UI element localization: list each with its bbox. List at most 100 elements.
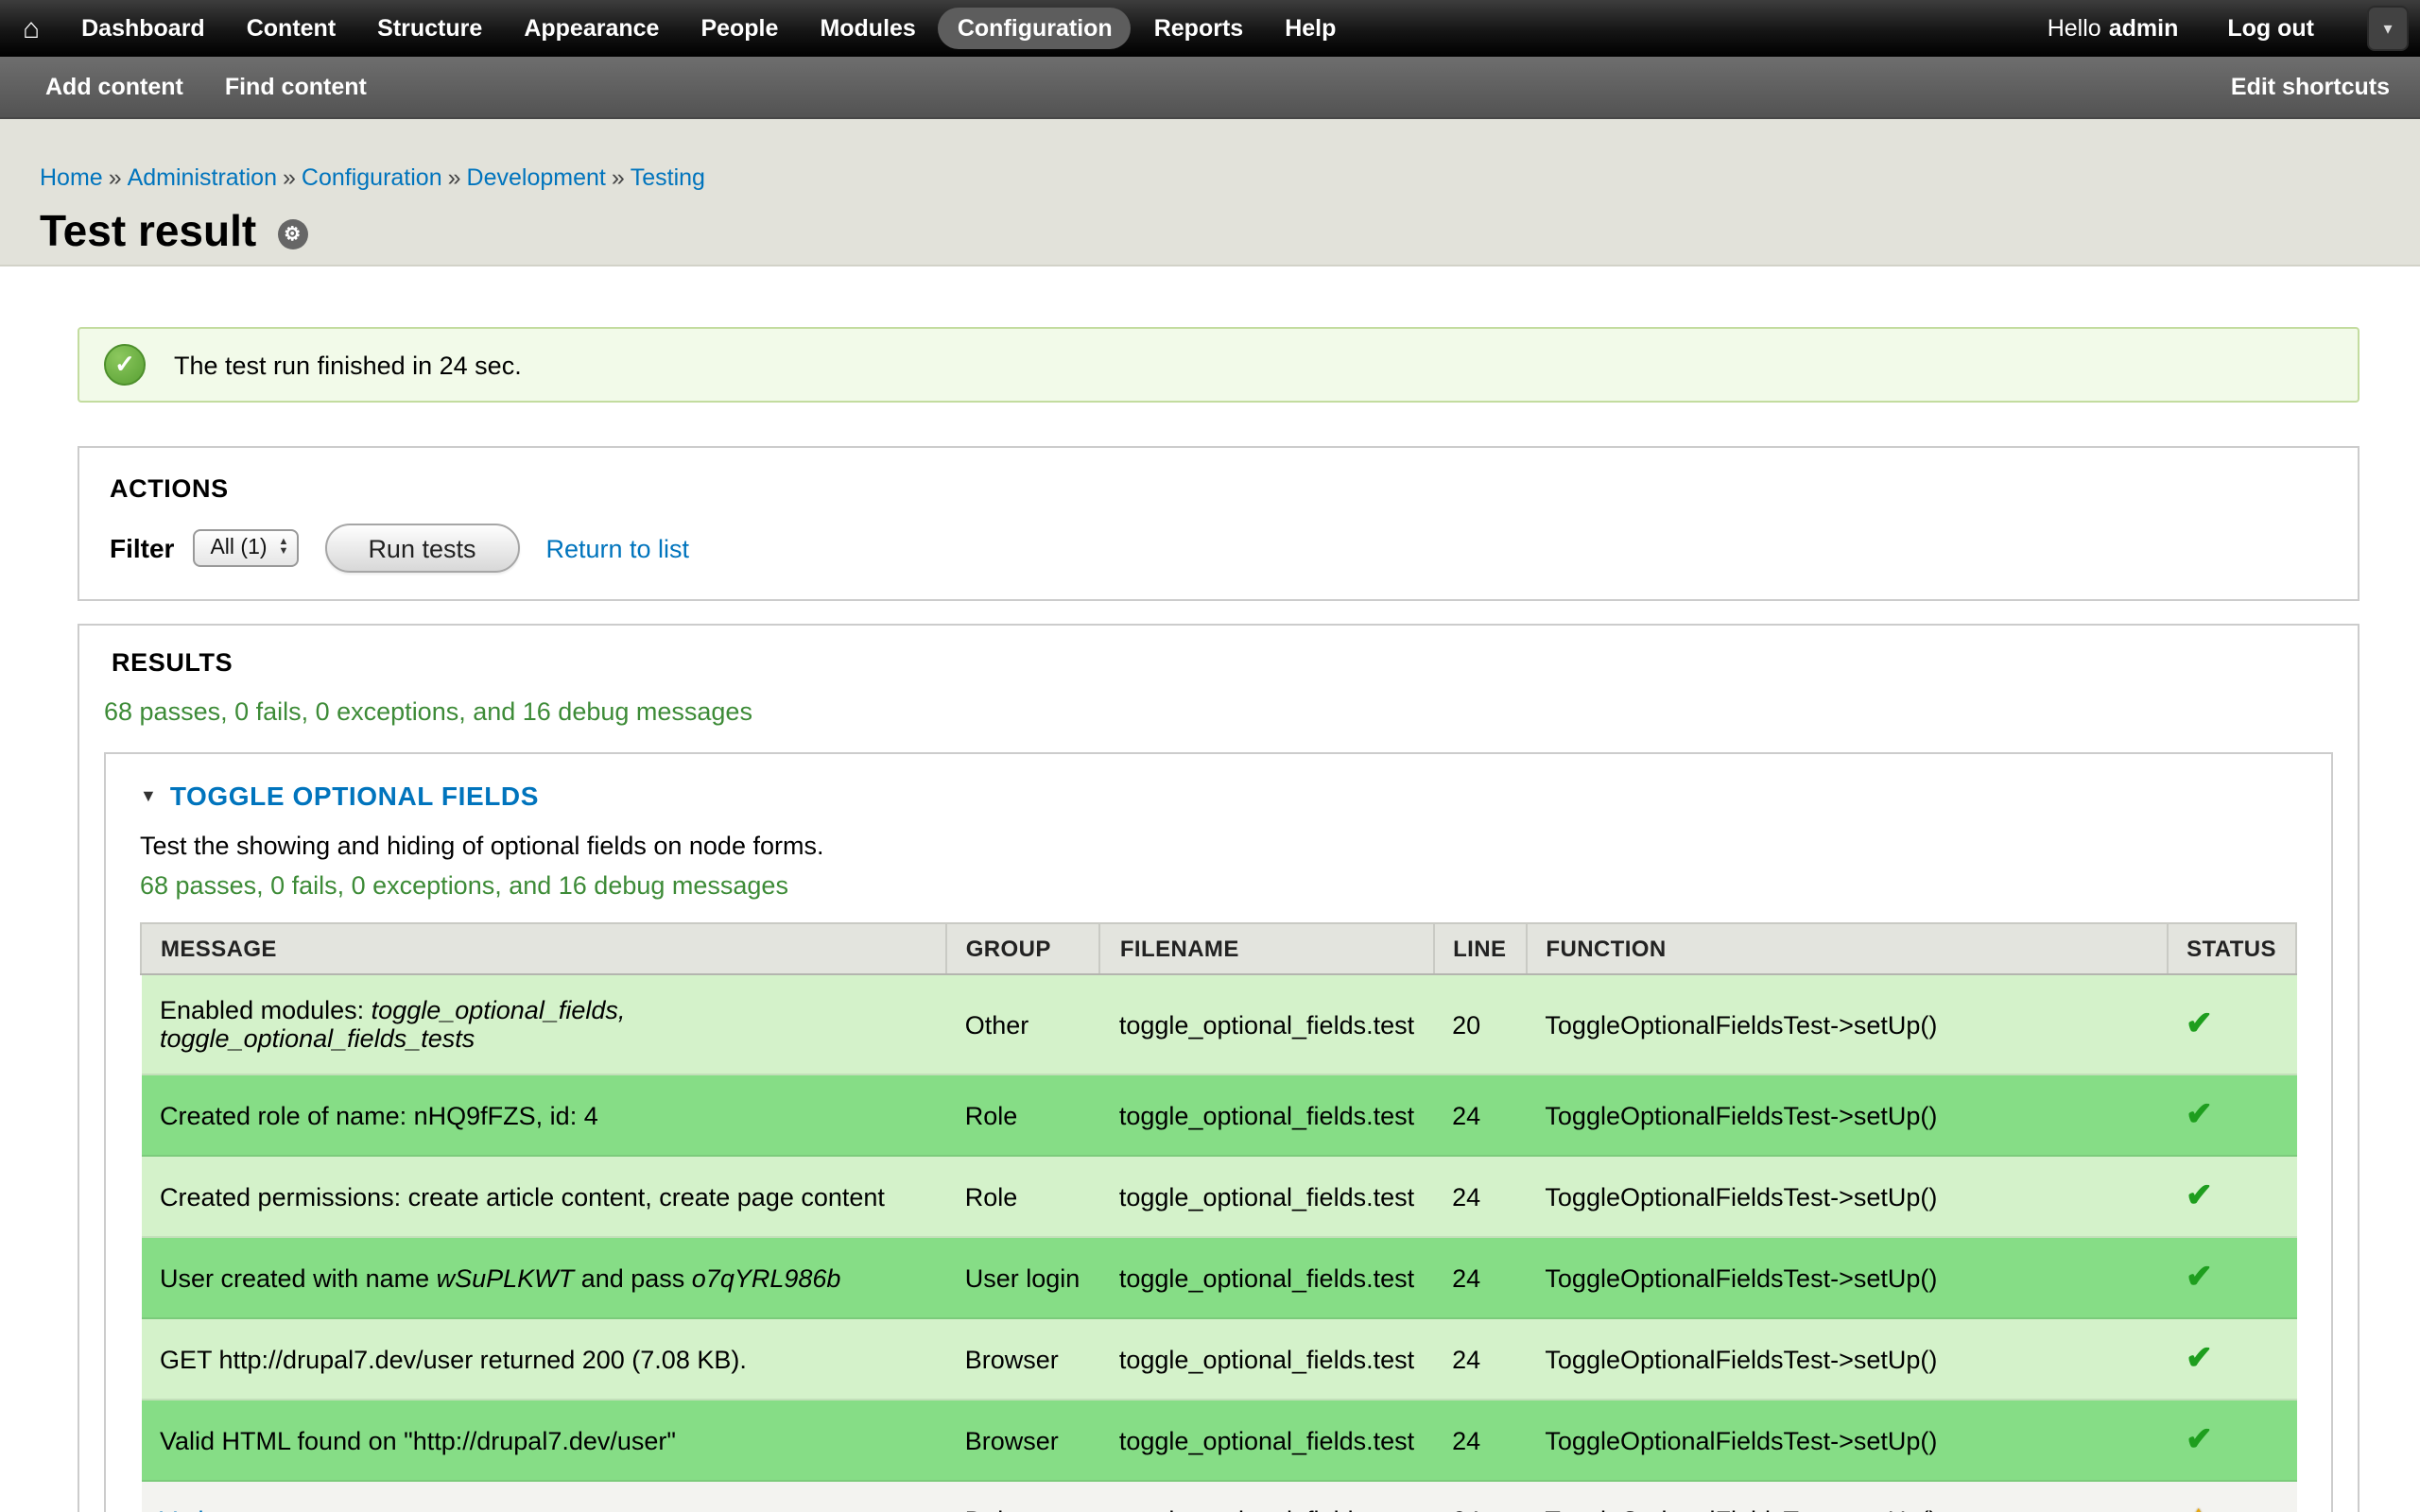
results-table: MESSAGEGROUPFILENAMELINEFUNCTIONSTATUS E… [140,922,2297,1512]
message-emphasis: o7qYRL986b [692,1263,841,1292]
pass-check-icon: ✔ [2186,1340,2213,1376]
breadcrumb-link-development[interactable]: Development [467,164,606,191]
message-text: Created permissions: create article cont… [160,1182,885,1211]
cell-group: Browser [946,1318,1100,1400]
breadcrumb-link-administration[interactable]: Administration [128,164,277,191]
table-row: User created with name wSuPLKWT and pass… [141,1237,2296,1318]
toolbar-toggle-button[interactable]: ▾ [2367,6,2409,51]
cell-status: ✔ [2167,1318,2296,1400]
toolbar-item-people[interactable]: People [682,8,797,49]
toolbar-right: Helloadmin Log out ▾ [2048,6,2409,51]
table-row: Created role of name: nHQ9fFZS, id: 4Rol… [141,1074,2296,1156]
cell-line: 24 [1433,1156,1526,1237]
greeting: Helloadmin [2048,15,2179,42]
cell-status: ✔ [2167,974,2296,1074]
test-group-fieldset: ▼TOGGLE OPTIONAL FIELDS Test the showing… [104,752,2333,1512]
toolbar-menu: DashboardContentStructureAppearancePeopl… [62,8,2048,49]
cell-status: ✔ [2167,1074,2296,1156]
actions-legend: ACTIONS [110,474,2327,503]
column-header-line: LINE [1433,923,1526,974]
verbose-message-link[interactable]: Verbose message [160,1505,364,1512]
toolbar-item-appearance[interactable]: Appearance [505,8,678,49]
breadcrumb-separator: » [448,164,461,191]
cell-filename: toggle_optional_fields.test [1100,974,1433,1074]
breadcrumb-link-configuration[interactable]: Configuration [302,164,442,191]
cell-line: 20 [1433,974,1526,1074]
page-title: Test result [40,206,256,257]
table-header-row: MESSAGEGROUPFILENAMELINEFUNCTIONSTATUS [141,923,2296,974]
test-group-description: Test the showing and hiding of optional … [140,832,2297,860]
pass-check-icon: ✔ [2186,1177,2213,1213]
cell-function: ToggleOptionalFieldsTest->setUp() [1526,1156,2167,1237]
test-group-toggle[interactable]: ▼TOGGLE OPTIONAL FIELDS [106,781,2331,811]
results-panel: RESULTS 68 passes, 0 fails, 0 exceptions… [78,624,2360,1512]
cell-message: Created permissions: create article cont… [141,1156,946,1237]
shortcut-add-content[interactable]: Add content [45,74,183,100]
actions-row: Filter All (1) ▲▼ Run tests Return to li… [110,524,2327,573]
column-header-function: FUNCTION [1526,923,2167,974]
filter-select[interactable]: All (1) ▲▼ [193,529,298,567]
logout-link[interactable]: Log out [2208,8,2333,49]
test-group-title-link[interactable]: TOGGLE OPTIONAL FIELDS [170,781,539,811]
toolbar-item-configuration[interactable]: Configuration [939,8,1132,49]
gear-icon[interactable]: ⚙ [277,219,307,249]
run-tests-button[interactable]: Run tests [324,524,519,573]
toolbar-item-help[interactable]: Help [1266,8,1355,49]
shortcuts-menu: Add content Find content [45,74,2231,100]
table-head: MESSAGEGROUPFILENAMELINEFUNCTIONSTATUS [141,923,2296,974]
cell-filename: toggle_optional_fields.test [1100,1400,1433,1481]
cell-function: ToggleOptionalFieldsTest->setUp() [1526,1481,2167,1512]
toolbar-item-dashboard[interactable]: Dashboard [62,8,224,49]
results-summary: 68 passes, 0 fails, 0 exceptions, and 16… [104,697,2333,726]
cell-message: User created with name wSuPLKWT and pass… [141,1237,946,1318]
message-text: and pass [574,1263,692,1292]
cell-status: ✔ [2167,1237,2296,1318]
cell-group: Browser [946,1400,1100,1481]
table-row: Enabled modules: toggle_optional_fields,… [141,974,2296,1074]
message-emphasis: toggle_optional_fields_tests [160,1024,475,1053]
toolbar-item-modules[interactable]: Modules [801,8,934,49]
select-stepper-icon: ▲▼ [279,539,289,558]
breadcrumb-separator: » [283,164,296,191]
cell-message: Created role of name: nHQ9fFZS, id: 4 [141,1074,946,1156]
header-band: Home»Administration»Configuration»Develo… [0,119,2420,266]
main-content: ✓ The test run finished in 24 sec. ACTIO… [0,266,2420,1512]
page: ⌂ DashboardContentStructureAppearancePeo… [0,0,2420,1512]
filter-label: Filter [110,533,174,563]
breadcrumb-separator: » [612,164,625,191]
admin-toolbar: ⌂ DashboardContentStructureAppearancePeo… [0,0,2420,57]
cell-status: ✔ [2167,1156,2296,1237]
toolbar-item-reports[interactable]: Reports [1135,8,1262,49]
breadcrumb-link-testing[interactable]: Testing [631,164,705,191]
cell-message: Verbose message [141,1481,946,1512]
shortcut-find-content[interactable]: Find content [225,74,367,100]
page-title-row: Test result ⚙ [40,206,2420,257]
message-emphasis: wSuPLKWT [437,1263,575,1292]
column-header-status: STATUS [2167,923,2296,974]
return-to-list-link[interactable]: Return to list [546,534,690,562]
cell-function: ToggleOptionalFieldsTest->setUp() [1526,1400,2167,1481]
cell-filename: toggle_optional_fields.test [1100,1237,1433,1318]
cell-group: Role [946,1156,1100,1237]
cell-line: 24 [1433,1318,1526,1400]
stepper-down-icon: ▼ [279,548,289,558]
home-icon[interactable]: ⌂ [23,12,40,44]
breadcrumb-link-home[interactable]: Home [40,164,103,191]
cell-function: ToggleOptionalFieldsTest->setUp() [1526,1318,2167,1400]
table-body: Enabled modules: toggle_optional_fields,… [141,974,2296,1512]
column-header-message: MESSAGE [141,923,946,974]
column-header-group: GROUP [946,923,1100,974]
cell-filename: toggle_optional_fields.test [1100,1318,1433,1400]
message-text: Created role of name: nHQ9fFZS, id: 4 [160,1101,598,1129]
cell-function: ToggleOptionalFieldsTest->setUp() [1526,974,2167,1074]
toolbar-item-structure[interactable]: Structure [358,8,501,49]
results-legend: RESULTS [112,648,2333,677]
toolbar-item-content[interactable]: Content [228,8,354,49]
message-text: Enabled modules: [160,996,372,1024]
cell-status: ✔ [2167,1400,2296,1481]
filter-select-value: All (1) [210,537,267,559]
username: admin [2109,15,2179,42]
test-group-summary: 68 passes, 0 fails, 0 exceptions, and 16… [140,871,2297,900]
pass-check-icon: ✔ [2186,1259,2213,1295]
edit-shortcuts-link[interactable]: Edit shortcuts [2231,74,2390,100]
